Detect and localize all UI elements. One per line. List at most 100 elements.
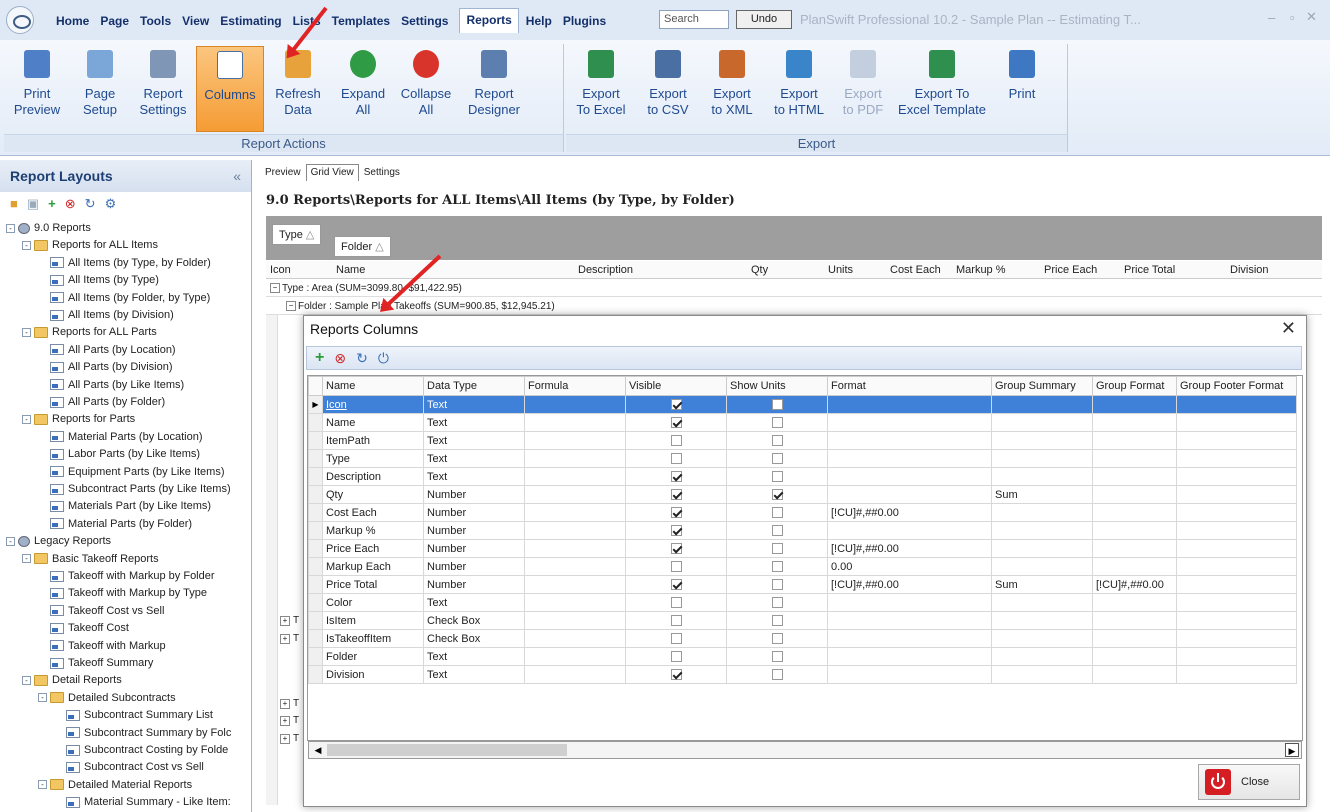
menu-item-estimating[interactable]: Estimating (220, 14, 281, 33)
column-name-cell[interactable]: Cost Each (322, 503, 424, 522)
column-name-cell[interactable]: Price Total (322, 575, 424, 594)
tree-node[interactable]: - 9.0 Reports (6, 220, 91, 236)
expand-row-icon[interactable]: + (280, 734, 290, 744)
tree-node[interactable]: Subcontract Costing by Folde (54, 742, 228, 758)
collapse-panel-icon[interactable]: « (233, 168, 241, 184)
visible-checkbox[interactable] (670, 615, 682, 627)
formula-cell[interactable] (524, 395, 626, 414)
group-format-cell[interactable] (1092, 665, 1177, 684)
print-preview-button[interactable]: Print Preview (4, 46, 70, 132)
show-units-checkbox[interactable] (771, 597, 783, 609)
refresh-icon[interactable]: ↻ (85, 196, 96, 212)
visible-checkbox[interactable] (670, 561, 682, 573)
group-footer-format-cell[interactable] (1176, 503, 1297, 522)
table-row[interactable]: Markup Each Number 0.00 (308, 557, 1297, 576)
grid-header-cost-each[interactable]: Cost Each (890, 264, 941, 276)
scroll-left-icon[interactable]: ◀ (311, 743, 325, 757)
column-name-cell[interactable]: ItemPath (322, 431, 424, 450)
refresh-columns-icon[interactable]: ↻ (356, 350, 368, 367)
scroll-thumb[interactable] (327, 744, 567, 756)
column-name-cell[interactable]: Division (322, 665, 424, 684)
close-button[interactable]: Close (1198, 764, 1300, 800)
show-units-checkbox[interactable] (771, 561, 783, 573)
group-summary-cell[interactable] (991, 665, 1093, 684)
visible-checkbox[interactable] (670, 435, 682, 447)
dialog-header-group-footer-format[interactable]: Group Footer Format (1176, 376, 1297, 396)
dialog-header-show-units[interactable]: Show Units (726, 376, 828, 396)
formula-cell[interactable] (524, 539, 626, 558)
data-type-cell[interactable]: Number (423, 503, 525, 522)
table-row[interactable]: IsTakeoffItem Check Box (308, 629, 1297, 648)
tree-node[interactable]: Takeoff Summary (38, 655, 153, 671)
column-name-cell[interactable]: IsTakeoffItem (322, 629, 424, 648)
visible-checkbox[interactable] (670, 417, 682, 429)
group-format-cell[interactable] (1092, 413, 1177, 432)
export-csv-button[interactable]: Export to CSV (636, 46, 700, 132)
format-cell[interactable] (827, 665, 992, 684)
save-icon[interactable]: ▣ (27, 196, 39, 212)
group-format-cell[interactable] (1092, 467, 1177, 486)
tree-node[interactable]: Subcontract Cost vs Sell (54, 759, 204, 775)
group-summary-cell[interactable] (991, 467, 1093, 486)
visible-checkbox[interactable] (670, 579, 682, 591)
group-format-cell[interactable] (1092, 647, 1177, 666)
collapse-row-icon[interactable]: − (286, 301, 296, 311)
menu-item-plugins[interactable]: Plugins (563, 14, 606, 33)
group-summary-cell[interactable] (991, 413, 1093, 432)
formula-cell[interactable] (524, 611, 626, 630)
column-name-cell[interactable]: Markup Each (322, 557, 424, 576)
format-cell[interactable] (827, 611, 992, 630)
group-footer-format-cell[interactable] (1176, 395, 1297, 414)
formula-cell[interactable] (524, 431, 626, 450)
group-footer-format-cell[interactable] (1176, 539, 1297, 558)
format-cell[interactable] (827, 629, 992, 648)
data-type-cell[interactable]: Number (423, 575, 525, 594)
show-units-checkbox[interactable] (771, 417, 783, 429)
data-type-cell[interactable]: Text (423, 647, 525, 666)
tree-node[interactable]: All Items (by Division) (38, 307, 174, 323)
show-units-checkbox[interactable] (771, 507, 783, 519)
tree-node[interactable]: Takeoff with Markup (38, 638, 166, 654)
table-row[interactable]: ItemPath Text (308, 431, 1297, 450)
group-footer-format-cell[interactable] (1176, 647, 1297, 666)
formula-cell[interactable] (524, 593, 626, 612)
show-units-checkbox[interactable] (771, 471, 783, 483)
group-format-cell[interactable]: [!CU]#,##0.00 (1092, 575, 1177, 594)
table-row[interactable]: Color Text (308, 593, 1297, 612)
visible-checkbox[interactable] (670, 669, 682, 681)
data-type-cell[interactable]: Text (423, 413, 525, 432)
dialog-header-group-format[interactable]: Group Format (1092, 376, 1177, 396)
export-xml-button[interactable]: Export to XML (700, 46, 764, 132)
column-name-cell[interactable]: Price Each (322, 539, 424, 558)
visible-checkbox[interactable] (670, 399, 682, 411)
format-cell[interactable] (827, 485, 992, 504)
data-type-cell[interactable]: Number (423, 539, 525, 558)
show-units-checkbox[interactable] (771, 453, 783, 465)
table-row[interactable]: Cost Each Number [!CU]#,##0.00 (308, 503, 1297, 522)
minimize-icon[interactable]: – (1268, 10, 1275, 25)
dialog-header-group-summary[interactable]: Group Summary (991, 376, 1093, 396)
formula-cell[interactable] (524, 485, 626, 504)
tree-node[interactable]: Equipment Parts (by Like Items) (38, 464, 225, 480)
columns-button[interactable]: Columns (196, 46, 264, 132)
tree-node[interactable]: Subcontract Summary List (54, 707, 213, 723)
dialog-close-icon[interactable]: ✕ (1281, 318, 1296, 339)
tree-collapse-icon[interactable]: - (22, 327, 31, 337)
column-name-cell[interactable]: Folder (322, 647, 424, 666)
table-row[interactable]: Markup % Number (308, 521, 1297, 540)
tree-node[interactable]: Takeoff with Markup by Type (38, 585, 207, 601)
formula-cell[interactable] (524, 467, 626, 486)
tree-node[interactable]: Subcontract Summary by Folc (54, 725, 231, 741)
group-footer-format-cell[interactable] (1176, 557, 1297, 576)
group-footer-format-cell[interactable] (1176, 521, 1297, 540)
visible-checkbox[interactable] (670, 651, 682, 663)
menu-item-home[interactable]: Home (56, 14, 89, 33)
table-row[interactable]: Division Text (308, 665, 1297, 684)
visible-checkbox[interactable] (670, 471, 682, 483)
tree-node[interactable]: Material Summary - Like Item: (54, 794, 231, 810)
group-footer-format-cell[interactable] (1176, 467, 1297, 486)
grid-collapsed-row[interactable]: + T (280, 698, 299, 709)
column-name-cell[interactable]: Type (322, 449, 424, 468)
format-cell[interactable] (827, 431, 992, 450)
tree-node[interactable]: All Items (by Type, by Folder) (38, 255, 211, 271)
